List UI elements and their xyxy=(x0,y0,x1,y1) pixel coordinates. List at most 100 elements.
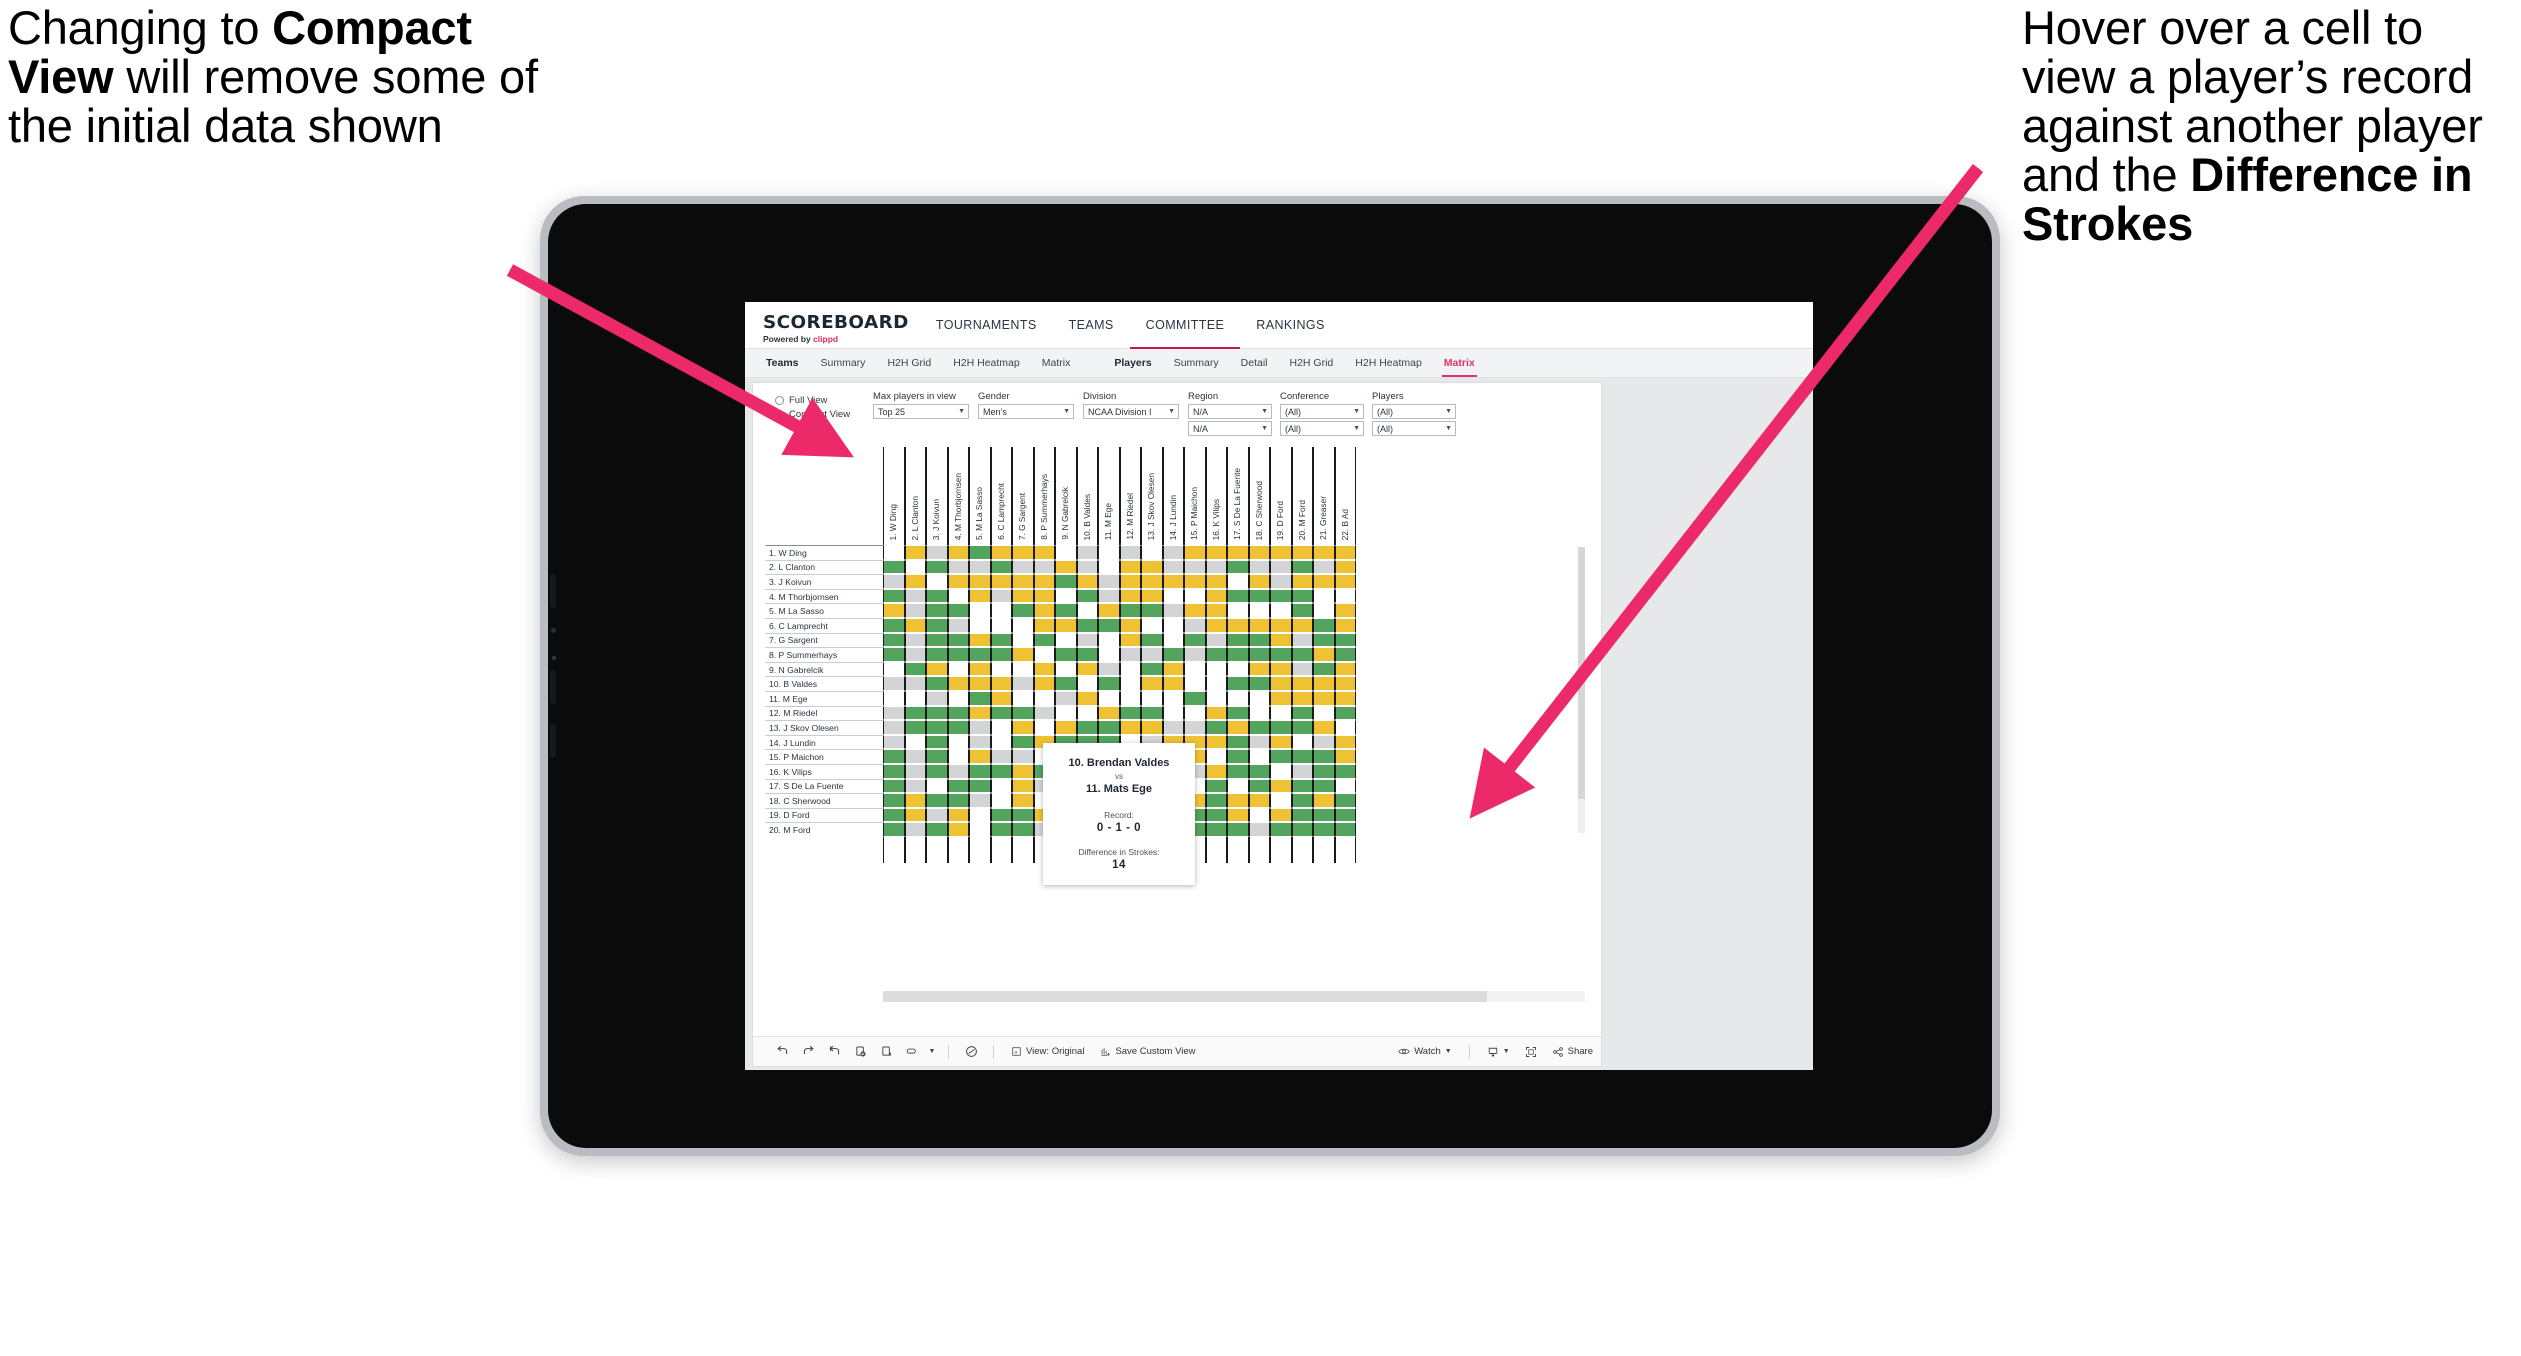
matrix-cell[interactable] xyxy=(1334,763,1356,779)
matrix-cell[interactable] xyxy=(947,574,969,589)
matrix-cell[interactable] xyxy=(883,734,905,750)
matrix-row-header[interactable]: 1. W Ding xyxy=(765,545,883,560)
matrix-cell[interactable] xyxy=(1162,705,1184,721)
matrix-cell[interactable] xyxy=(1270,705,1292,721)
matrix-cell[interactable] xyxy=(904,822,926,837)
matrix-cell[interactable] xyxy=(1227,632,1249,648)
matrix-cell[interactable] xyxy=(1248,720,1270,735)
matrix-cell[interactable] xyxy=(1119,545,1141,560)
matrix-cell[interactable] xyxy=(1248,559,1270,575)
matrix-cell[interactable] xyxy=(1141,588,1163,604)
matrix-cell[interactable] xyxy=(1205,749,1227,764)
matrix-cell[interactable] xyxy=(1184,574,1206,589)
pause-icon[interactable] xyxy=(873,1041,899,1063)
matrix-col-header[interactable]: 18. C Sherwood xyxy=(1248,447,1270,545)
matrix-cell[interactable] xyxy=(1334,793,1356,808)
matrix-cell[interactable] xyxy=(1205,617,1227,633)
tablet-power-button[interactable] xyxy=(550,724,556,758)
matrix-cell[interactable] xyxy=(969,545,991,560)
matrix-cell[interactable] xyxy=(1313,603,1335,618)
matrix-row-header[interactable]: 17. S De La Fuente xyxy=(765,778,883,794)
matrix-cell[interactable] xyxy=(1291,822,1313,837)
matrix-cell[interactable] xyxy=(1227,574,1249,589)
matrix-cell[interactable] xyxy=(1334,749,1356,764)
matrix-cell[interactable] xyxy=(990,588,1012,604)
matrix-cell[interactable] xyxy=(1012,793,1034,808)
matrix-cell[interactable] xyxy=(926,807,948,823)
matrix-cell[interactable] xyxy=(990,545,1012,560)
matrix-cell[interactable] xyxy=(1270,545,1292,560)
matrix-cell[interactable] xyxy=(1334,588,1356,604)
matrix-cell[interactable] xyxy=(1119,617,1141,633)
matrix-cell[interactable] xyxy=(1012,763,1034,779)
matrix-cell[interactable] xyxy=(1334,690,1356,706)
matrix-cell[interactable] xyxy=(1313,720,1335,735)
matrix-cell[interactable] xyxy=(969,676,991,691)
matrix-cell[interactable] xyxy=(1334,705,1356,721)
matrix-cell[interactable] xyxy=(1291,647,1313,662)
matrix-cell[interactable] xyxy=(904,793,926,808)
matrix-cell[interactable] xyxy=(990,705,1012,721)
matrix-cell[interactable] xyxy=(904,574,926,589)
matrix-cell[interactable] xyxy=(990,676,1012,691)
radio-compact-view[interactable]: Compact View xyxy=(775,409,873,420)
matrix-cell[interactable] xyxy=(926,559,948,575)
matrix-cell[interactable] xyxy=(1184,588,1206,604)
matrix-cell[interactable] xyxy=(1012,617,1034,633)
matrix-cell[interactable] xyxy=(1119,690,1141,706)
refresh-icon[interactable] xyxy=(847,1041,873,1063)
matrix-cell[interactable] xyxy=(1334,734,1356,750)
matrix-row-header[interactable]: 14. J Lundin xyxy=(765,734,883,750)
matrix-cell[interactable] xyxy=(883,822,905,837)
matrix-cell[interactable] xyxy=(1012,603,1034,618)
fullscreen-icon[interactable] xyxy=(1518,1041,1544,1063)
matrix-cell[interactable] xyxy=(1012,705,1034,721)
matrix-col-header[interactable]: 20. M Ford xyxy=(1291,447,1313,545)
matrix-cell[interactable] xyxy=(926,690,948,706)
matrix-cell[interactable] xyxy=(1270,749,1292,764)
matrix-cell[interactable] xyxy=(904,807,926,823)
matrix-cell[interactable] xyxy=(1162,603,1184,618)
matrix-row-header[interactable]: 7. G Sargent xyxy=(765,632,883,648)
matrix-cell[interactable] xyxy=(1291,632,1313,648)
subnav-teams-summary[interactable]: Summary xyxy=(810,357,877,369)
matrix-col-header[interactable]: 5. M La Sasso xyxy=(969,447,991,545)
matrix-cell[interactable] xyxy=(1162,720,1184,735)
matrix-cell[interactable] xyxy=(926,749,948,764)
matrix-cell[interactable] xyxy=(1076,647,1098,662)
matrix-cell[interactable] xyxy=(1334,778,1356,794)
matrix-cell[interactable] xyxy=(1162,661,1184,677)
subnav-teams-h2h-grid[interactable]: H2H Grid xyxy=(876,357,942,369)
matrix-cell[interactable] xyxy=(947,822,969,837)
matrix-cell[interactable] xyxy=(1313,647,1335,662)
matrix-col-header[interactable]: 9. N Gabrelcik xyxy=(1055,447,1077,545)
matrix-cell[interactable] xyxy=(947,676,969,691)
matrix-cell[interactable] xyxy=(926,661,948,677)
matrix-cell[interactable] xyxy=(1227,545,1249,560)
matrix-cell[interactable] xyxy=(883,807,905,823)
matrix-cell[interactable] xyxy=(1055,588,1077,604)
matrix-cell[interactable] xyxy=(1291,603,1313,618)
matrix-cell[interactable] xyxy=(1291,807,1313,823)
matrix-horizontal-scrollbar[interactable] xyxy=(883,991,1585,1002)
matrix-cell[interactable] xyxy=(947,661,969,677)
matrix-cell[interactable] xyxy=(1012,676,1034,691)
matrix-cell[interactable] xyxy=(1076,676,1098,691)
matrix-cell[interactable] xyxy=(947,588,969,604)
matrix-cell[interactable] xyxy=(969,763,991,779)
nav-tab-tournaments[interactable]: TOURNAMENTS xyxy=(920,302,1053,348)
matrix-cell[interactable] xyxy=(1076,617,1098,633)
matrix-cell[interactable] xyxy=(1205,559,1227,575)
matrix-row-header[interactable]: 20. M Ford xyxy=(765,822,883,837)
matrix-cell[interactable] xyxy=(1162,545,1184,560)
matrix-cell[interactable] xyxy=(1291,749,1313,764)
matrix-cell[interactable] xyxy=(904,705,926,721)
matrix-cell[interactable] xyxy=(1334,807,1356,823)
matrix-cell[interactable] xyxy=(1141,661,1163,677)
matrix-cell[interactable] xyxy=(1184,661,1206,677)
matrix-cell[interactable] xyxy=(990,603,1012,618)
subnav-teams-h2h-heatmap[interactable]: H2H Heatmap xyxy=(942,357,1031,369)
matrix-cell[interactable] xyxy=(1141,603,1163,618)
matrix-cell[interactable] xyxy=(926,822,948,837)
matrix-col-header[interactable]: 14. J Lundin xyxy=(1162,447,1184,545)
